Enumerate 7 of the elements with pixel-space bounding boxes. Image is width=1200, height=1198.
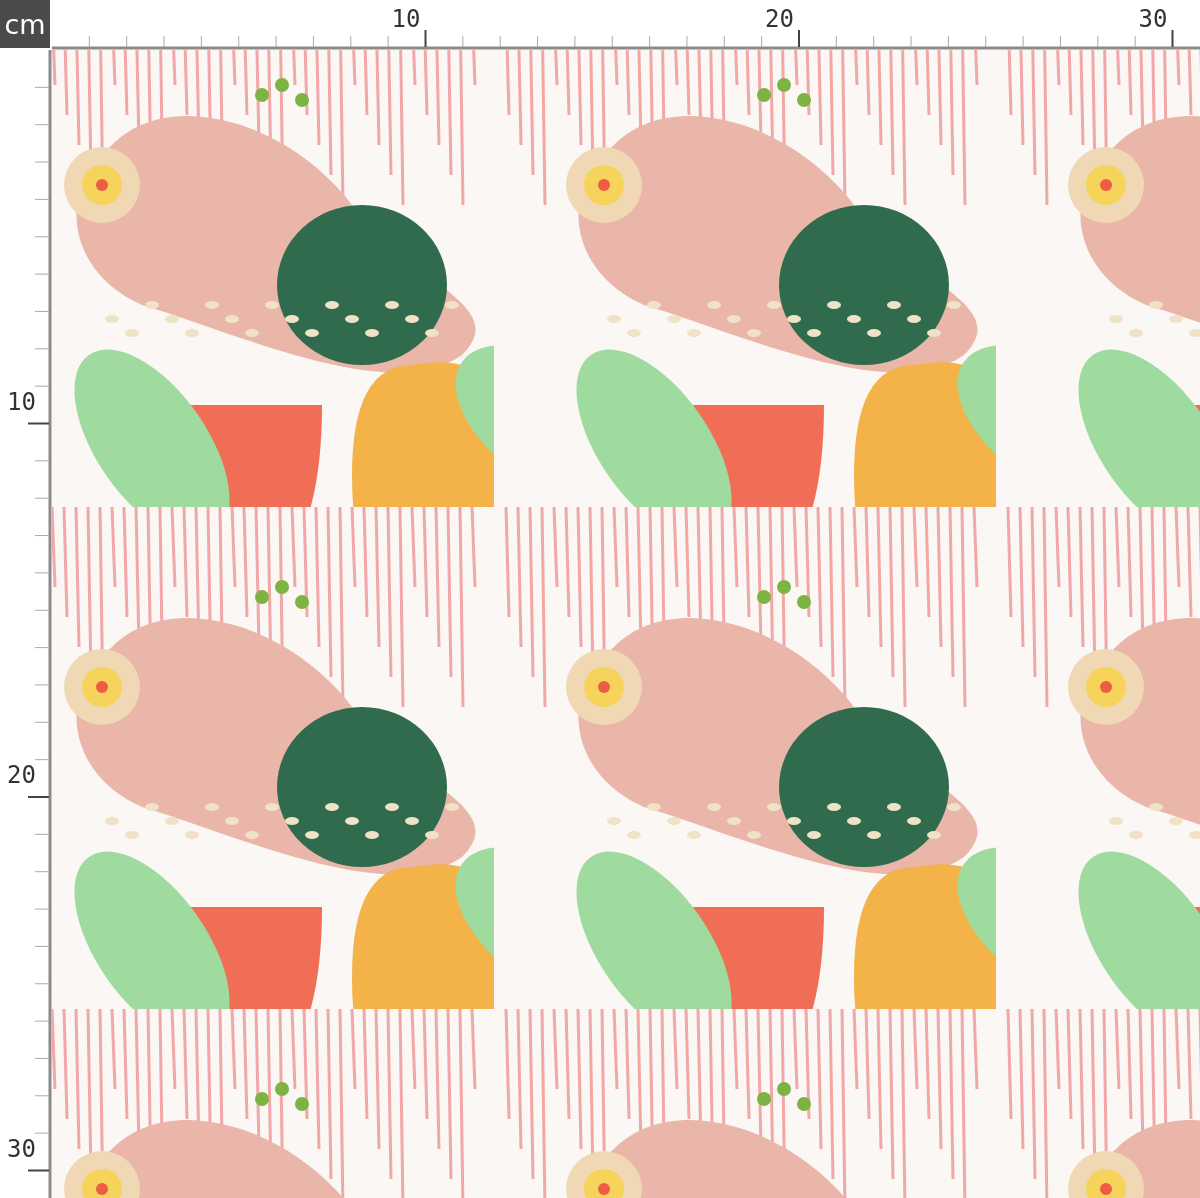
- ruler-number: 20: [7, 763, 36, 787]
- ruler-number: 10: [7, 389, 36, 414]
- ruler-number: 20: [765, 7, 794, 31]
- ruler-number: 10: [391, 7, 421, 31]
- ruler-number: 30: [1138, 7, 1168, 31]
- unit-label: cm: [0, 0, 50, 48]
- ruler-number: 30: [7, 1136, 36, 1161]
